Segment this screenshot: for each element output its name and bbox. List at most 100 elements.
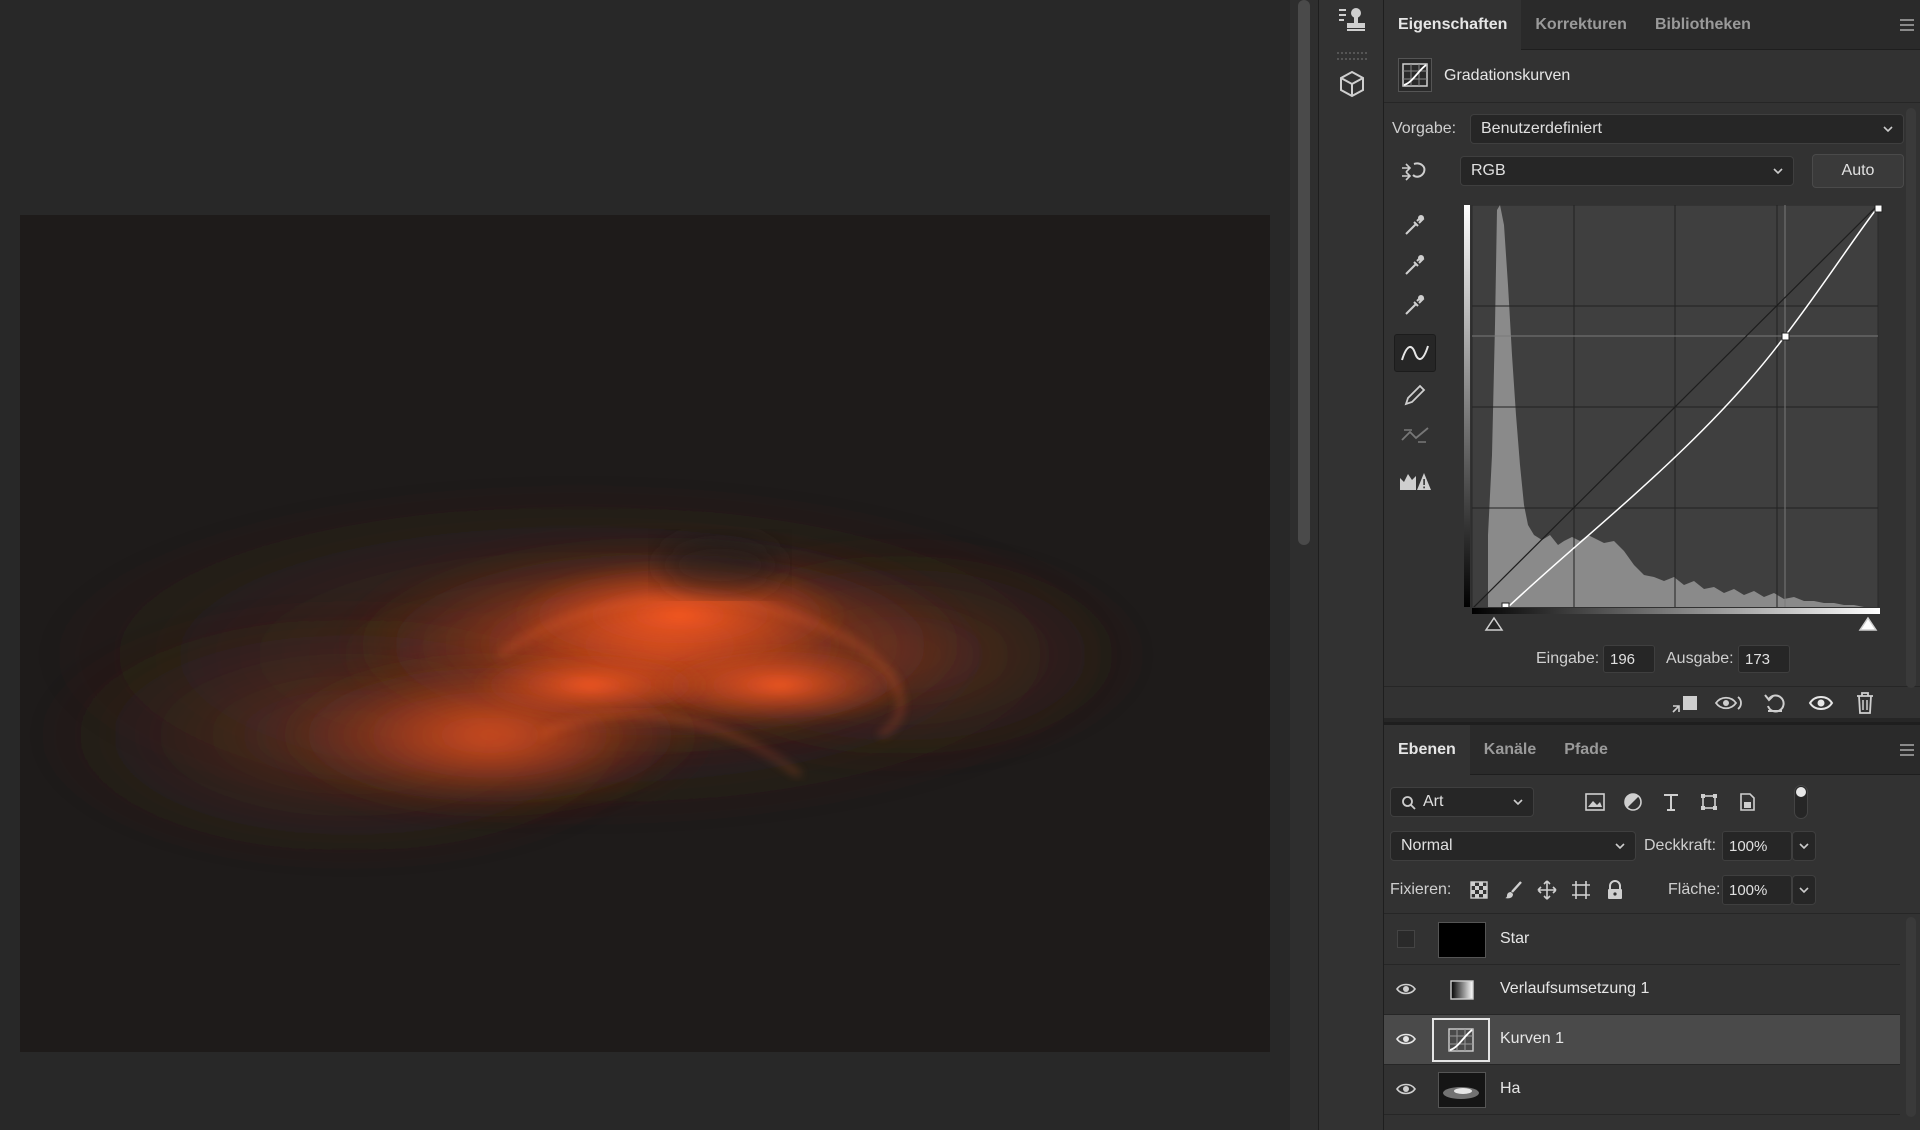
channel-dropdown[interactable]: RGB [1460,156,1794,186]
input-gradient-slider[interactable] [1472,608,1892,634]
blend-mode-value: Normal [1401,837,1453,854]
chevron-down-icon [1513,799,1523,806]
gray-point-eyedropper-icon[interactable] [1394,246,1436,284]
pencil-draw-icon[interactable] [1394,376,1436,414]
auto-button[interactable]: Auto [1812,154,1904,188]
tab-eigenschaften[interactable]: Eigenschaften [1384,0,1522,50]
filter-shape-layers-icon[interactable] [1694,787,1724,817]
filter-adjustment-layers-icon[interactable] [1618,787,1648,817]
filter-toggle-switch[interactable] [1794,785,1808,819]
properties-tabbar: Eigenschaften Korrekturen Bibliotheken [1384,0,1920,50]
filter-pixel-layers-icon[interactable] [1580,787,1610,817]
eye-icon[interactable] [1394,977,1418,1001]
lock-artboard-icon[interactable] [1566,875,1596,905]
filter-smart-objects-icon[interactable] [1732,787,1762,817]
layers-panel: Ebenen Kanäle Pfade Art Normal Deckkraft… [1384,722,1920,1130]
document-canvas-area[interactable] [0,0,1290,1130]
dock-grip[interactable] [1337,52,1367,60]
preset-value: Benutzerdefiniert [1481,120,1602,137]
blend-mode-dropdown[interactable]: Normal [1390,831,1636,861]
tab-pfade[interactable]: Pfade [1550,725,1622,775]
tab-bibliotheken[interactable]: Bibliotheken [1641,0,1765,50]
white-input-slider[interactable] [1858,616,1878,631]
layer-thumbnail-black [1438,922,1486,958]
layers-scrollbar[interactable] [1906,917,1916,1117]
opacity-label: Deckkraft: [1644,837,1717,854]
adjustment-title: Gradationskurven [1444,67,1571,84]
divider [1384,102,1920,103]
delete-trash-icon[interactable] [1850,688,1880,718]
black-point-eyedropper-icon[interactable] [1394,206,1436,244]
fill-field[interactable]: 100% [1722,875,1792,905]
view-previous-state-icon[interactable] [1714,688,1744,718]
chevron-down-icon [1773,168,1783,175]
chevron-down-icon [1883,126,1893,133]
lock-label: Fixieren: [1390,881,1452,898]
lock-position-move-icon[interactable] [1532,875,1562,905]
photoshop-window: Eigenschaften Korrekturen Bibliotheken G… [0,0,1920,1130]
scrollbar-thumb[interactable] [1298,0,1310,545]
opacity-field[interactable]: 100% [1722,831,1792,861]
lock-image-pixels-brush-icon[interactable] [1498,875,1528,905]
layer-row-star[interactable]: Star [1384,915,1900,965]
clipping-warning-icon[interactable] [1394,462,1436,500]
eye-icon[interactable] [1394,1077,1418,1101]
input-value-field[interactable]: 196 [1603,645,1655,673]
output-gradient-bar [1464,205,1470,607]
layer-name[interactable]: Ha [1500,1080,1520,1098]
layer-row-ha[interactable]: Ha [1384,1065,1900,1115]
chevron-down-icon [1799,843,1809,850]
curves-graph[interactable] [1464,205,1884,607]
smooth-curve-icon[interactable] [1394,416,1436,454]
curves-adjustment-icon [1398,58,1432,92]
document-image[interactable] [20,215,1270,1052]
layer-name[interactable]: Verlaufsumsetzung 1 [1500,980,1649,998]
fill-slider-toggle[interactable] [1792,875,1816,905]
opacity-slider-toggle[interactable] [1792,831,1816,861]
eye-icon[interactable] [1394,1027,1418,1051]
panel-menu-icon[interactable] [1894,725,1920,775]
curve-point-black[interactable] [1501,602,1510,607]
chevron-down-icon [1799,887,1809,894]
channel-value: RGB [1471,162,1506,179]
tab-korrekturen[interactable]: Korrekturen [1521,0,1641,50]
curve-point-selected[interactable] [1781,332,1790,341]
clip-to-layer-icon[interactable] [1670,688,1700,718]
curve-point-white[interactable] [1874,205,1883,213]
layer-name[interactable]: Star [1500,930,1529,948]
layer-row-curves[interactable]: Kurven 1 [1384,1015,1900,1065]
layer-row-gradient-map[interactable]: Verlaufsumsetzung 1 [1384,965,1900,1015]
divider [1384,686,1920,687]
layer-name[interactable]: Kurven 1 [1500,1030,1564,1048]
reset-icon[interactable] [1760,688,1790,718]
layer-filter-dropdown[interactable]: Art [1390,787,1534,817]
nebula-image [20,215,1270,1052]
preset-dropdown[interactable]: Benutzerdefiniert [1470,114,1904,144]
toggle-visibility-eye-icon[interactable] [1806,688,1836,718]
on-image-adjust-icon[interactable] [1394,152,1436,190]
3d-cube-icon[interactable] [1332,64,1372,104]
filter-value: Art [1423,793,1444,810]
stamp-panel-icon[interactable] [1332,0,1372,40]
input-label: Eingabe: [1536,650,1600,667]
canvas-vertical-scrollbar[interactable] [1290,0,1318,1130]
white-point-eyedropper-icon[interactable] [1394,286,1436,324]
tab-kanaele[interactable]: Kanäle [1470,725,1550,775]
preset-label: Vorgabe: [1392,120,1457,137]
black-input-slider[interactable] [1484,616,1504,631]
tab-ebenen[interactable]: Ebenen [1384,725,1470,775]
layers-tabbar: Ebenen Kanäle Pfade [1384,725,1920,775]
lock-transparency-icon[interactable] [1464,875,1494,905]
filter-type-layers-icon[interactable] [1656,787,1686,817]
output-value-field[interactable]: 173 [1738,645,1790,673]
lock-all-icon[interactable] [1600,875,1630,905]
divider [1384,913,1920,914]
properties-panel: Eigenschaften Korrekturen Bibliotheken G… [1384,0,1920,718]
visibility-toggle-empty[interactable] [1394,927,1418,951]
gradient-map-icon [1438,972,1486,1008]
chevron-down-icon [1615,843,1625,850]
properties-scrollbar[interactable] [1906,108,1916,688]
panel-menu-icon[interactable] [1894,0,1920,50]
panel-dock-strip [1318,0,1384,1130]
curve-points-tool-icon[interactable] [1394,334,1436,372]
